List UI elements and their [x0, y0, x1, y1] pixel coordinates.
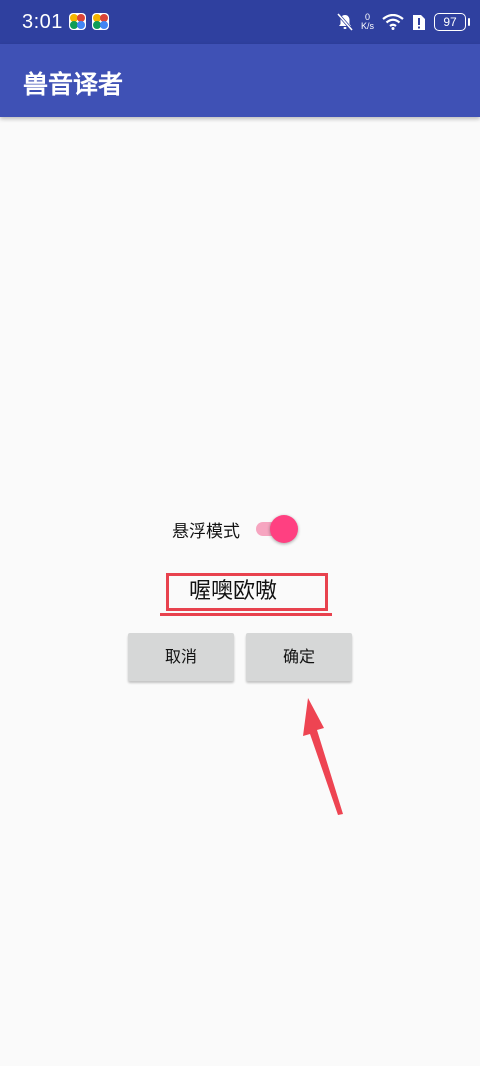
floating-mode-switch[interactable] [254, 512, 300, 546]
app-notification-icon-2 [92, 13, 109, 30]
floating-mode-label: 悬浮模式 [172, 521, 240, 542]
mute-bell-icon [336, 13, 353, 31]
annotation-arrow-icon [303, 698, 343, 815]
app-bar: 兽音译者 [0, 44, 480, 117]
battery-cap [468, 18, 470, 26]
switch-thumb [270, 515, 298, 543]
status-bar: 3:01 0 K/s 97 [0, 0, 480, 44]
network-speed-unit: K/s [360, 21, 374, 31]
battery-indicator: 97 [434, 13, 470, 31]
input-wrapper: 喔噢欧嗷 [160, 571, 332, 617]
battery-level: 97 [443, 15, 457, 29]
confirm-button[interactable]: 确定 [246, 633, 352, 681]
floating-mode-row: 悬浮模式 [172, 512, 300, 546]
status-icons: 0 K/s 97 [336, 10, 470, 34]
wifi-icon [382, 14, 404, 30]
cancel-button[interactable]: 取消 [128, 633, 234, 681]
translation-input[interactable]: 喔噢欧嗷 [166, 573, 328, 611]
network-speed: 0 K/s [361, 13, 374, 31]
app-title: 兽音译者 [23, 70, 124, 99]
sim-alert-icon [413, 15, 425, 30]
status-time: 3:01 [22, 11, 63, 33]
input-underline [160, 613, 332, 616]
app-notification-icon [69, 13, 86, 30]
